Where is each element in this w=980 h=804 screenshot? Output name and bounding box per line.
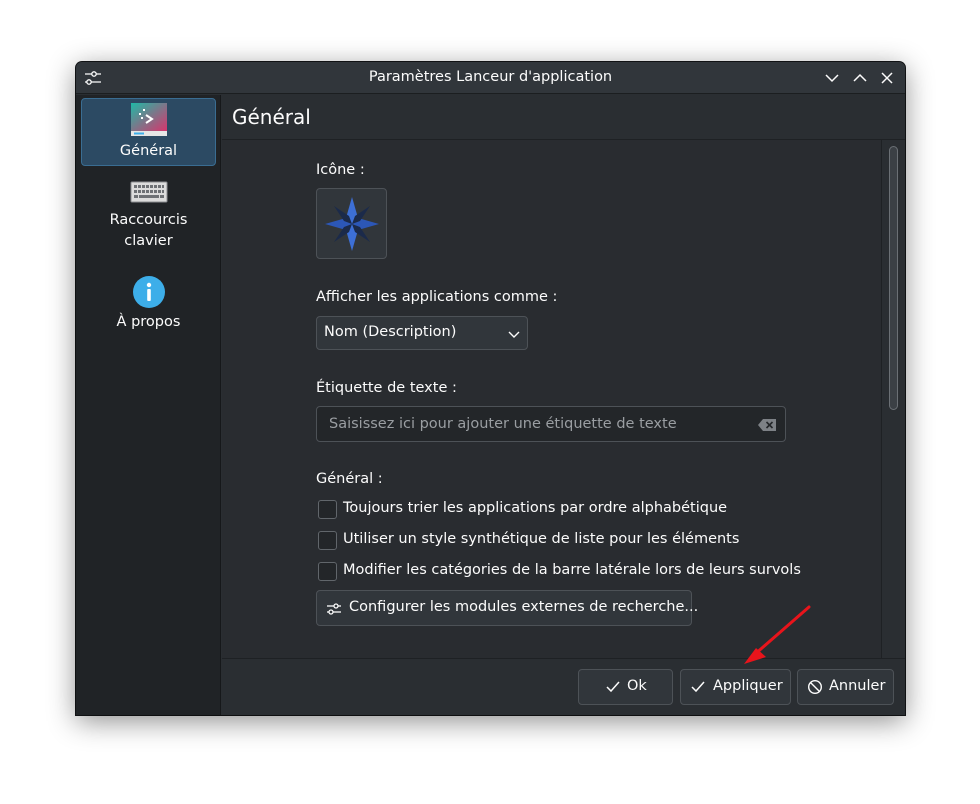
checkbox-sort-alphabetically[interactable]: Toujours trier les applications par ordr…: [316, 499, 746, 521]
button-label: Appliquer: [713, 678, 783, 694]
sidebar-item-label-line2: clavier: [124, 233, 173, 249]
chevron-down-icon: [507, 326, 521, 345]
check-icon: [605, 680, 621, 698]
clear-text-icon[interactable]: [757, 417, 777, 436]
window-title: Paramètres Lanceur d'application: [368, 69, 613, 85]
sliders-icon: [326, 601, 342, 620]
display-as-combobox[interactable]: Nom (Description): [316, 316, 528, 350]
checkbox-box[interactable]: [318, 562, 337, 581]
button-label: Ok: [627, 678, 647, 694]
vertical-scrollbar[interactable]: [881, 140, 905, 658]
page-header: Général: [222, 95, 905, 140]
configure-search-plugins-button[interactable]: Configurer les modules externes de reche…: [316, 590, 698, 626]
ok-button[interactable]: Ok: [578, 669, 673, 705]
general-heading: Général :: [316, 471, 383, 487]
sidebar: Général Raccourcis clavier À propos: [76, 95, 221, 715]
text-label-input[interactable]: [329, 407, 749, 441]
cancel-button[interactable]: Annuler: [797, 669, 894, 705]
close-icon[interactable]: [877, 68, 897, 88]
text-label-heading: Étiquette de texte :: [316, 380, 457, 396]
scrollbar-thumb[interactable]: [889, 146, 898, 410]
display-as-label: Afficher les applications comme :: [316, 289, 558, 305]
checkbox-label: Modifier les catégories de la barre laté…: [343, 562, 801, 578]
button-label: Annuler: [829, 678, 886, 694]
icon-picker-button[interactable]: [316, 188, 387, 259]
checkbox-box[interactable]: [318, 500, 337, 519]
settings-content: Icône : Afficher les applications comme …: [222, 140, 905, 658]
sidebar-item-keyboard-shortcuts[interactable]: Raccourcis clavier: [81, 180, 216, 260]
combobox-value: Nom (Description): [324, 324, 457, 340]
checkbox-compact-list-style[interactable]: Utiliser un style synthétique de liste p…: [316, 530, 746, 552]
page-title: Général: [232, 105, 311, 129]
text-label-field[interactable]: [316, 406, 786, 442]
sidebar-item-label: Raccourcis: [109, 212, 188, 228]
cancel-icon: [807, 679, 823, 699]
checkbox-label: Utiliser un style synthétique de liste p…: [343, 531, 740, 547]
checkbox-label: Toujours trier les applications par ordr…: [343, 500, 728, 516]
checkbox-switch-categories-on-hover[interactable]: Modifier les catégories de la barre laté…: [316, 561, 801, 583]
sidebar-item-label: Général: [119, 143, 178, 159]
apply-button[interactable]: Appliquer: [680, 669, 791, 705]
launcher-star-icon: [325, 197, 379, 251]
sidebar-item-label: À propos: [116, 314, 181, 330]
title-bar[interactable]: Paramètres Lanceur d'application: [76, 62, 905, 94]
icon-label: Icône :: [316, 162, 365, 178]
checkbox-box[interactable]: [318, 531, 337, 550]
chevron-up-icon[interactable]: [850, 68, 870, 88]
chevron-down-icon[interactable]: [822, 68, 842, 88]
check-icon: [690, 680, 706, 698]
general-settings-icon: [130, 103, 168, 137]
sidebar-item-about[interactable]: À propos: [81, 275, 216, 335]
sidebar-item-general[interactable]: Général: [81, 98, 216, 166]
info-icon: [132, 275, 166, 309]
red-arrow-annotation-icon: [744, 605, 811, 664]
button-label: Configurer les modules externes de reche…: [349, 599, 699, 615]
keyboard-icon: [130, 180, 168, 204]
